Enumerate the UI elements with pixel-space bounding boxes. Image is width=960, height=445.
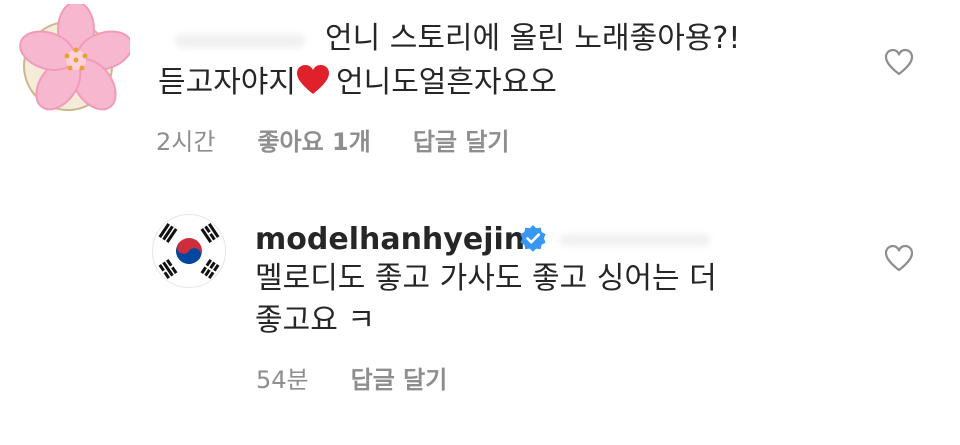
mention-redacted[interactable] (560, 234, 710, 246)
comment-text-line1: 멜로디도 좋고 가사도 좋고 싱어는 더 (255, 261, 717, 296)
comment-item: 언니 스토리에 올린 노래좋아용?! 듣고자야지 언니도얼흔자요오 2시간 좋아요… (0, 0, 960, 175)
comment-text-part: 언니도얼흔자요오 (336, 65, 557, 100)
comment-text-line1: 언니 스토리에 올린 노래좋아용?! (325, 21, 741, 56)
heart-outline-icon[interactable] (884, 244, 914, 272)
username-redacted[interactable] (175, 34, 305, 48)
verified-icon (520, 225, 546, 252)
comment-item: modelhanhyejin 멜로디도 좋고 가사도 좋고 싱어는 더 좋고요 … (0, 200, 960, 445)
likes-count-link[interactable]: 좋아요 1개 (257, 128, 370, 156)
comment-text-line2: 듣고자야지 언니도얼흔자요오 (158, 64, 557, 102)
username-link[interactable]: modelhanhyejin (255, 222, 525, 257)
avatar[interactable] (152, 214, 226, 288)
heart-outline-icon[interactable] (884, 48, 914, 76)
comment-time: 54분 (256, 366, 309, 394)
comment-meta: 54분 답글 달기 (256, 360, 489, 395)
korean-flag-icon (153, 215, 225, 287)
reply-button[interactable]: 답글 달기 (413, 128, 510, 156)
comment-time: 2시간 (156, 128, 216, 156)
red-heart-icon (297, 65, 329, 94)
comment-meta: 2시간 좋아요 1개 답글 달기 (156, 122, 552, 157)
comment-text-part: 듣고자야지 (158, 65, 296, 100)
cherry-blossom-icon[interactable] (18, 4, 130, 122)
reply-button[interactable]: 답글 달기 (351, 366, 448, 394)
comment-text-line2: 좋고요 ㅋ (255, 303, 375, 338)
